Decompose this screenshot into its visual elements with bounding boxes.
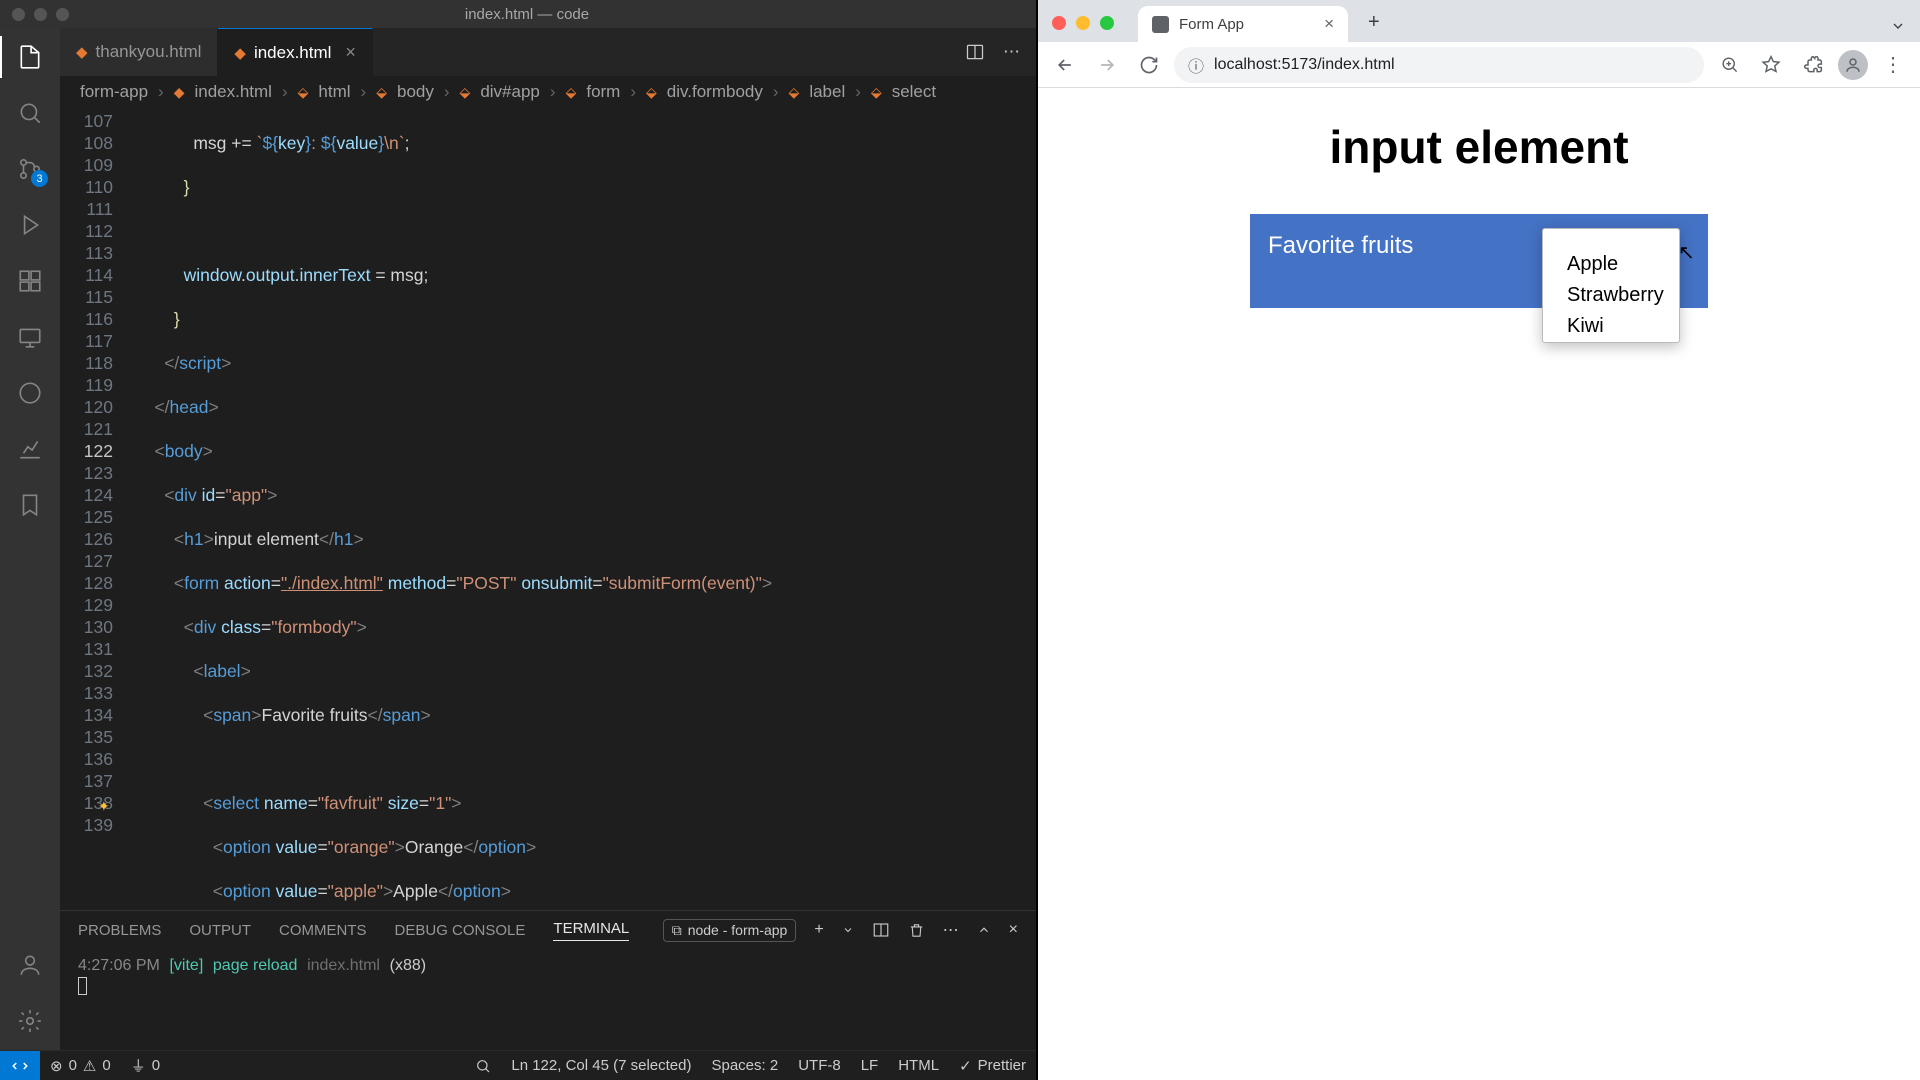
option-strawberry[interactable]: Strawberry: [1543, 280, 1679, 311]
settings-gear-icon[interactable]: [15, 1006, 45, 1036]
status-indent[interactable]: Spaces: 2: [701, 1057, 788, 1074]
close-panel-icon[interactable]: ×: [1009, 921, 1018, 939]
remote-indicator[interactable]: [0, 1051, 40, 1080]
traffic-light-close[interactable]: [1052, 16, 1066, 30]
editor-tabs: ◆thankyou.html ◆index.html× ⋯: [60, 28, 1036, 76]
terminal-process[interactable]: ⧉node - form-app: [663, 919, 797, 942]
reload-button[interactable]: [1132, 48, 1166, 82]
forward-button[interactable]: [1090, 48, 1124, 82]
scm-badge: 3: [31, 170, 48, 187]
select-dropdown[interactable]: ✓Orange Apple Strawberry Kiwi: [1542, 228, 1680, 343]
explorer-icon[interactable]: [15, 42, 45, 72]
tab-terminal[interactable]: TERMINAL: [553, 920, 629, 941]
chevron-up-icon[interactable]: [977, 923, 991, 937]
more-icon[interactable]: ⋯: [1003, 42, 1020, 62]
browser-tab[interactable]: Form App ×: [1138, 6, 1348, 42]
profile-avatar[interactable]: [1838, 50, 1868, 80]
tab-debug-console[interactable]: DEBUG CONSOLE: [395, 922, 526, 939]
sparkle-icon: ✦: [98, 795, 110, 817]
panel-tabs: PROBLEMS OUTPUT COMMENTS DEBUG CONSOLE T…: [60, 911, 1036, 949]
tab-output[interactable]: OUTPUT: [189, 922, 251, 939]
more-icon[interactable]: ⋯: [943, 920, 959, 940]
form-body: Favorite fruits ✓Orange Apple Strawberry…: [1250, 214, 1708, 308]
fruits-label: Favorite fruits: [1268, 232, 1413, 260]
remote-icon[interactable]: [15, 322, 45, 352]
box-icon: ⧉: [672, 922, 682, 939]
chevron-down-icon[interactable]: [842, 924, 854, 936]
status-ports[interactable]: ⏚0: [121, 1055, 170, 1076]
browser-toolbar: ⓘ localhost:5173/index.html ⋮: [1038, 42, 1920, 88]
menu-icon[interactable]: ⋮: [1876, 48, 1910, 82]
option-orange[interactable]: ✓Orange: [1543, 230, 1679, 250]
bookmark-icon[interactable]: [15, 490, 45, 520]
traffic-light-max[interactable]: [1100, 16, 1114, 30]
search-icon[interactable]: [15, 98, 45, 128]
breadcrumb[interactable]: form-app› ◆index.html› ⬙html› ⬙body› ⬙di…: [60, 76, 1036, 108]
new-tab-button[interactable]: +: [1368, 11, 1380, 34]
split-editor-icon[interactable]: [965, 42, 985, 62]
back-button[interactable]: [1048, 48, 1082, 82]
code-content[interactable]: msg += `${key}: ${value}\n`; } window.ou…: [135, 108, 1036, 910]
tab-title: Form App: [1179, 16, 1244, 33]
window-title: index.html — code: [18, 6, 1036, 23]
warning-icon: ⚠: [83, 1057, 96, 1075]
mouse-cursor-icon: ↖: [1678, 240, 1695, 265]
html-file-icon: ◆: [76, 43, 88, 61]
close-icon[interactable]: ×: [345, 42, 356, 63]
tab-index[interactable]: ◆index.html×: [218, 28, 373, 76]
trash-icon[interactable]: [908, 922, 925, 939]
vscode-window: index.html — code 3 ◆thankyou.html ◆inde…: [0, 0, 1036, 1080]
option-kiwi[interactable]: Kiwi: [1543, 311, 1679, 342]
status-language[interactable]: HTML: [888, 1057, 949, 1074]
line-gutter: 1071081091101111121131141151161171181191…: [60, 108, 135, 910]
chrome-window: Form App × + ⓘ localhost:5173/index.html…: [1036, 0, 1920, 1080]
status-eol[interactable]: LF: [851, 1057, 889, 1074]
tab-thankyou[interactable]: ◆thankyou.html: [60, 28, 218, 76]
terminal-output[interactable]: 4:27:06 PM [vite] page reload index.html…: [60, 949, 1036, 1050]
titlebar: index.html — code: [0, 0, 1036, 28]
url-text: localhost:5173/index.html: [1214, 56, 1395, 74]
terminal-cursor: [78, 977, 87, 995]
status-formatter[interactable]: ✓ Prettier: [949, 1057, 1036, 1075]
site-info-icon[interactable]: ⓘ: [1188, 53, 1204, 77]
split-terminal-icon[interactable]: [872, 921, 890, 939]
tab-comments[interactable]: COMMENTS: [279, 922, 367, 939]
extensions-puzzle-icon[interactable]: [1796, 48, 1830, 82]
source-control-icon[interactable]: 3: [15, 154, 45, 184]
rendered-page: input element Favorite fruits ✓Orange Ap…: [1038, 88, 1920, 1080]
option-apple[interactable]: Apple: [1543, 249, 1679, 280]
page-heading: input element: [1038, 120, 1920, 174]
account-icon[interactable]: [15, 950, 45, 980]
activity-bar: 3: [0, 28, 60, 1050]
status-bar: ⊗0 ⚠0 ⏚0 Ln 122, Col 45 (7 selected) Spa…: [0, 1050, 1036, 1080]
radio-icon: ⏚: [131, 1055, 146, 1076]
status-encoding[interactable]: UTF-8: [788, 1057, 851, 1074]
tab-overview-icon[interactable]: [1890, 18, 1906, 34]
close-icon[interactable]: ×: [1324, 14, 1334, 34]
chat-icon[interactable]: [15, 378, 45, 408]
bottom-panel: PROBLEMS OUTPUT COMMENTS DEBUG CONSOLE T…: [60, 910, 1036, 1050]
bookmark-star-icon[interactable]: [1754, 48, 1788, 82]
tab-problems[interactable]: PROBLEMS: [78, 922, 161, 939]
add-terminal-icon[interactable]: +: [814, 921, 823, 939]
code-editor[interactable]: 1071081091101111121131141151161171181191…: [60, 108, 1036, 910]
run-debug-icon[interactable]: [15, 210, 45, 240]
favicon-icon: [1152, 16, 1169, 33]
chart-icon[interactable]: [15, 434, 45, 464]
traffic-light-min[interactable]: [1076, 16, 1090, 30]
status-errors[interactable]: ⊗0 ⚠0: [40, 1057, 121, 1075]
search-status-icon[interactable]: [465, 1058, 501, 1074]
html-file-icon: ◆: [234, 44, 246, 62]
zoom-icon[interactable]: [1712, 48, 1746, 82]
address-bar[interactable]: ⓘ localhost:5173/index.html: [1174, 47, 1704, 83]
error-icon: ⊗: [50, 1057, 63, 1075]
extensions-icon[interactable]: [15, 266, 45, 296]
status-cursor-pos[interactable]: Ln 122, Col 45 (7 selected): [501, 1057, 701, 1074]
